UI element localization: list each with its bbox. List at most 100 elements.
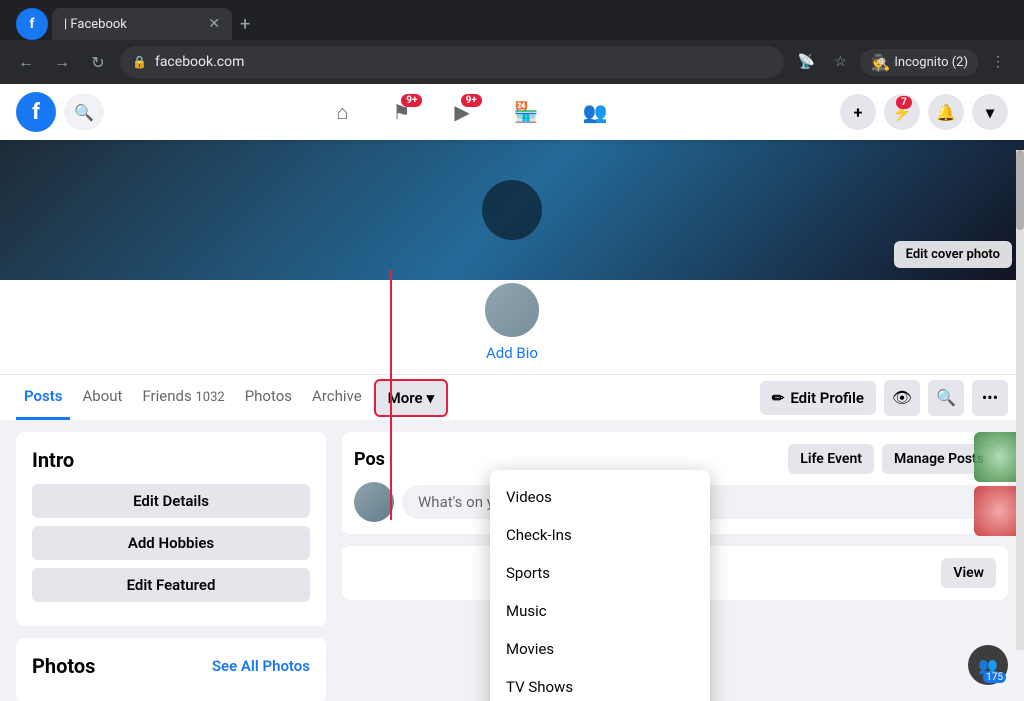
more-dropdown-menu: Videos Check-Ins Sports Music Movies TV …	[490, 470, 710, 701]
edit-featured-button[interactable]: Edit Featured	[32, 568, 310, 602]
facebook-nav: f 🔍 ⌂ ⚑ 9+ ▶ 9+ 🏪 👥 +	[0, 84, 1024, 140]
browser-nav-bar: ← → ↻ 🔒 facebook.com 📡 ☆ 🕵 Incognito (2)…	[0, 40, 1024, 84]
dropdown-menu-list: Videos Check-Ins Sports Music Movies TV …	[490, 470, 710, 701]
left-column: Intro Edit Details Add Hobbies Edit Feat…	[16, 432, 326, 701]
marketplace-nav-button[interactable]: 🏪	[494, 92, 559, 133]
notifications-nav-button[interactable]: ⚑ 9+	[372, 92, 430, 133]
life-event-button[interactable]: Life Event	[788, 444, 874, 474]
photos-card: Photos See All Photos	[16, 638, 326, 701]
add-hobbies-button[interactable]: Add Hobbies	[32, 526, 310, 560]
notifications-bell-button[interactable]: 🔔	[928, 94, 964, 130]
incognito-button[interactable]: 🕵 Incognito (2)	[860, 49, 978, 76]
scrollbar-track[interactable]	[1016, 150, 1024, 650]
posts-header-title: Pos	[354, 449, 385, 470]
dropdown-indicator-line	[390, 270, 392, 520]
notifications-badge: 9+	[401, 94, 422, 107]
more-dropdown-button[interactable]: More ▾	[374, 379, 448, 417]
create-button[interactable]: +	[840, 94, 876, 130]
people-shortcut-button[interactable]: 👥 175	[968, 645, 1008, 685]
see-all-photos-link[interactable]: See All Photos	[212, 657, 310, 675]
messenger-badge: 7	[896, 96, 912, 109]
search-posts-icon: 🔍	[936, 388, 956, 407]
tab-close-button[interactable]: ✕	[208, 16, 220, 32]
profile-section: Edit cover photo Add Bio Posts About Fri…	[0, 140, 1024, 420]
tab-friends[interactable]: Friends 1032	[134, 375, 232, 420]
view-button[interactable]: View	[941, 558, 996, 588]
bookmark-star-icon[interactable]: ☆	[826, 48, 854, 76]
intro-card: Intro Edit Details Add Hobbies Edit Feat…	[16, 432, 326, 626]
incognito-icon: 🕵	[870, 53, 890, 72]
browser-tab-active[interactable]: | Facebook ✕	[52, 8, 232, 40]
search-icon: 🔍	[74, 103, 94, 122]
avatar	[482, 280, 542, 340]
browser-favicon: f	[16, 8, 48, 40]
dropdown-item-movies[interactable]: Movies	[490, 630, 710, 668]
edit-profile-button[interactable]: ✏ Edit Profile	[760, 381, 876, 415]
browser-tab-bar: f | Facebook ✕ +	[0, 0, 1024, 40]
tab-photos[interactable]: Photos	[237, 375, 300, 420]
cast-icon[interactable]: 📡	[792, 48, 820, 76]
dropdown-item-checkins[interactable]: Check-Ins	[490, 516, 710, 554]
forward-button[interactable]: →	[48, 48, 76, 76]
messenger-button[interactable]: ⚡ 7	[884, 94, 920, 130]
edit-details-button[interactable]: Edit Details	[32, 484, 310, 518]
photos-header: Photos See All Photos	[32, 654, 310, 678]
home-icon: ⌂	[336, 100, 348, 125]
dropdown-item-videos[interactable]: Videos	[490, 478, 710, 516]
edit-profile-label: Edit Profile	[790, 389, 864, 407]
chevron-down-icon: ▾	[986, 103, 994, 122]
edit-cover-photo-button[interactable]: Edit cover photo	[894, 241, 1012, 268]
plus-icon: +	[854, 103, 863, 122]
lock-icon: 🔒	[132, 55, 147, 69]
bell-icon: 🔔	[936, 103, 956, 122]
post-action-buttons: Life Event Manage Posts	[788, 444, 996, 474]
url-text: facebook.com	[155, 54, 244, 70]
intro-title: Intro	[32, 448, 310, 472]
pencil-icon: ✏	[772, 389, 785, 407]
dropdown-item-sports[interactable]: Sports	[490, 554, 710, 592]
nav-center: ⌂ ⚑ 9+ ▶ 9+ 🏪 👥	[112, 92, 832, 133]
browser-menu-button[interactable]: ⋮	[984, 48, 1012, 76]
search-button[interactable]: 🔍	[64, 94, 104, 130]
photos-title: Photos	[32, 654, 95, 678]
cover-photo: Edit cover photo	[0, 140, 1024, 280]
groups-icon: 👥	[583, 100, 608, 124]
nav-right: + ⚡ 7 🔔 ▾	[840, 94, 1008, 130]
dropdown-item-music[interactable]: Music	[490, 592, 710, 630]
back-button[interactable]: ←	[12, 48, 40, 76]
browser-nav-right: 📡 ☆ 🕵 Incognito (2) ⋮	[792, 48, 1012, 76]
reload-button[interactable]: ↻	[84, 48, 112, 76]
account-menu-button[interactable]: ▾	[972, 94, 1008, 130]
scrollbar-thumb[interactable]	[1016, 150, 1024, 230]
tab-title: | Facebook	[64, 17, 127, 32]
facebook-logo[interactable]: f	[16, 92, 56, 132]
people-count: 175	[983, 672, 1006, 683]
tab-about[interactable]: About	[74, 375, 130, 420]
cover-center-element	[482, 180, 542, 240]
eye-icon: 👁	[892, 388, 912, 407]
new-tab-button[interactable]: +	[232, 14, 258, 35]
main-content: Intro Edit Details Add Hobbies Edit Feat…	[0, 420, 1024, 701]
address-bar[interactable]: 🔒 facebook.com	[120, 46, 784, 78]
tab-actions: ✏ Edit Profile 👁 🔍 •••	[760, 380, 1008, 416]
tab-posts[interactable]: Posts	[16, 375, 70, 420]
ellipsis-icon: •••	[982, 388, 998, 407]
preview-button[interactable]: 👁	[884, 380, 920, 416]
more-actions-button[interactable]: •••	[972, 380, 1008, 416]
groups-nav-button[interactable]: 👥	[563, 92, 628, 133]
more-chevron-icon: ▾	[427, 389, 435, 407]
search-posts-button[interactable]: 🔍	[928, 380, 964, 416]
home-nav-button[interactable]: ⌂	[316, 92, 368, 133]
post-composer-avatar	[354, 482, 394, 522]
video-nav-button[interactable]: ▶ 9+	[434, 92, 489, 133]
profile-info-area: Add Bio	[0, 280, 1024, 374]
tab-archive[interactable]: Archive	[304, 375, 370, 420]
profile-tabs: Posts About Friends 1032 Photos Archive …	[0, 374, 1024, 420]
marketplace-icon: 🏪	[514, 100, 539, 124]
add-bio-button[interactable]: Add Bio	[486, 344, 538, 362]
cover-blur-overlay	[0, 140, 1024, 280]
dropdown-item-tvshows[interactable]: TV Shows	[490, 668, 710, 701]
incognito-label: Incognito (2)	[894, 55, 968, 70]
video-badge: 9+	[461, 94, 482, 107]
more-label: More	[388, 389, 423, 407]
